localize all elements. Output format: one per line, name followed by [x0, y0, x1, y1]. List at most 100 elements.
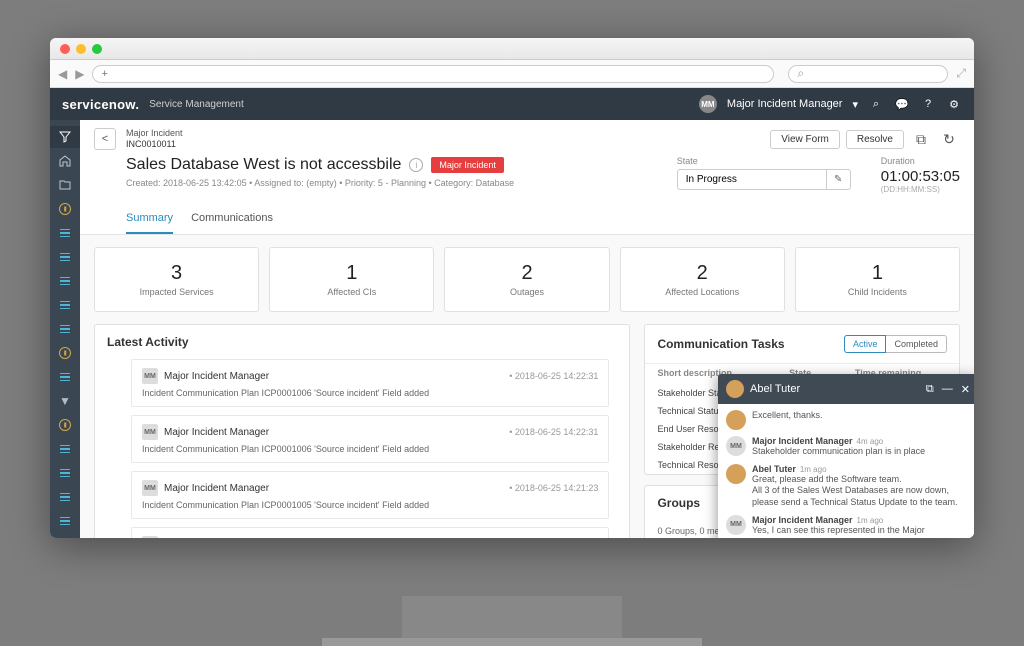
logo: servicenow.: [62, 97, 139, 112]
sidebar-item-filter-0[interactable]: [50, 126, 80, 148]
user-name[interactable]: Major Incident Manager: [727, 98, 843, 110]
sidebar-item-folder-2[interactable]: [50, 174, 80, 196]
view-form-button[interactable]: View Form: [770, 130, 840, 149]
gear-icon[interactable]: ⚙: [946, 96, 962, 112]
chat-msg-time: 1m ago: [857, 516, 884, 525]
latest-activity-title: Latest Activity: [107, 335, 189, 349]
chat-icon[interactable]: 💬: [894, 96, 910, 112]
chat-msg-time: 1m ago: [800, 465, 827, 474]
sidebar-item-bars-10[interactable]: [50, 366, 80, 388]
info-icon[interactable]: i: [409, 158, 423, 172]
sidebar-item-bars-14[interactable]: [50, 462, 80, 484]
activity-body: Incident Communication Plan ICP0001006 '…: [142, 444, 598, 454]
sidebar-item-bars-17[interactable]: [50, 534, 80, 538]
record-meta: Created: 2018-06-25 13:42:05 • Assigned …: [126, 178, 514, 188]
chat-avatar: [726, 380, 744, 398]
stat-label: Child Incidents: [800, 287, 955, 297]
app-window: ◀ ▶ ⤢ servicenow. Service Management MM …: [50, 38, 974, 538]
chat-window[interactable]: Abel Tuter ⧉ — ✕ Excellent, thanks.MMMaj…: [718, 374, 974, 538]
sidebar-item-info-9[interactable]: [50, 342, 80, 364]
comm-tasks-title: Communication Tasks: [657, 337, 784, 351]
stat-number: 3: [99, 262, 254, 285]
sidebar-item-info-3[interactable]: [50, 198, 80, 220]
chat-minimize-icon[interactable]: —: [942, 383, 953, 396]
chat-msg-time: 4m ago: [857, 437, 884, 446]
activity-avatar: MM: [142, 368, 158, 384]
stat-card[interactable]: 2Affected Locations: [620, 247, 785, 312]
maximize-icon[interactable]: [92, 44, 102, 54]
edit-state-icon[interactable]: ✎: [827, 169, 851, 190]
sidebar-item-bars-13[interactable]: [50, 438, 80, 460]
resolve-button[interactable]: Resolve: [846, 130, 904, 149]
left-nav: ▼: [50, 120, 80, 538]
copy-icon[interactable]: ⧉: [910, 128, 932, 150]
help-icon[interactable]: ?: [920, 96, 936, 112]
chat-header[interactable]: Abel Tuter ⧉ — ✕: [718, 374, 974, 404]
chat-close-icon[interactable]: ✕: [961, 383, 970, 396]
sidebar-item-caret-11[interactable]: ▼: [50, 390, 80, 412]
chat-popout-icon[interactable]: ⧉: [926, 383, 934, 396]
sidebar-item-bars-6[interactable]: [50, 270, 80, 292]
chat-message: Abel Tuter1m agoGreat, please add the So…: [726, 464, 970, 509]
sidebar-item-bars-4[interactable]: [50, 222, 80, 244]
monitor-base: [322, 638, 702, 646]
tabs: Summary Communications: [94, 204, 960, 234]
chat-msg-avatar: MM: [726, 436, 746, 456]
chat-msg-avatar: MM: [726, 515, 746, 535]
close-icon[interactable]: [60, 44, 70, 54]
sidebar-item-bars-8[interactable]: [50, 318, 80, 340]
browser-search[interactable]: [788, 65, 948, 83]
tab-communications[interactable]: Communications: [191, 204, 273, 234]
stat-label: Affected Locations: [625, 287, 780, 297]
duration-format: (DD:HH:MM:SS): [881, 185, 960, 194]
forward-icon[interactable]: ▶: [75, 67, 84, 81]
activity-avatar: MM: [142, 424, 158, 440]
chat-msg-avatar: [726, 410, 746, 430]
stat-label: Affected CIs: [274, 287, 429, 297]
stat-cards: 3Impacted Services 1 Affected CIs 2Outages2…: [94, 247, 960, 312]
activity-avatar: MM: [142, 480, 158, 496]
tab-summary[interactable]: Summary: [126, 204, 173, 234]
stat-card[interactable]: 2Outages: [444, 247, 609, 312]
activity-author: Major Incident Manager: [164, 371, 269, 382]
breadcrumb-title: Major Incident: [126, 128, 183, 139]
search-icon[interactable]: ⌕: [868, 96, 884, 112]
sidebar-item-home-1[interactable]: [50, 150, 80, 172]
sidebar-item-bars-16[interactable]: [50, 510, 80, 532]
state-input[interactable]: [677, 169, 827, 190]
stat-number: 1: [274, 262, 429, 285]
major-incident-badge: Major Incident: [431, 157, 504, 173]
duration-label: Duration: [881, 156, 960, 166]
sidebar-item-bars-15[interactable]: [50, 486, 80, 508]
activity-item[interactable]: MMMajor Incident Manager2018-06-25 14:22…: [131, 415, 609, 463]
activity-item[interactable]: MMMajor Incident Manager2018-06-25 14:21…: [131, 471, 609, 519]
filter-active[interactable]: Active: [844, 335, 887, 353]
stat-card[interactable]: 1 Affected CIs: [269, 247, 434, 312]
minimize-icon[interactable]: [76, 44, 86, 54]
back-button[interactable]: <: [94, 128, 116, 150]
stat-card[interactable]: 3Impacted Services: [94, 247, 259, 312]
back-icon[interactable]: ◀: [58, 67, 67, 81]
activity-time: 2018-06-25 14:22:31: [509, 427, 598, 437]
chat-msg-body: Great, please add the Software team.All …: [752, 474, 957, 507]
user-avatar[interactable]: MM: [699, 95, 717, 113]
stat-card[interactable]: 1Child Incidents: [795, 247, 960, 312]
activity-item[interactable]: MM Major Incident Manager 2018-06-25 14:22…: [131, 359, 609, 407]
filter-completed[interactable]: Completed: [886, 335, 947, 353]
comm-tasks-filter: ActiveCompleted: [844, 335, 947, 353]
activity-body: Incident Communication Plan ICP0001006 '…: [142, 388, 598, 398]
record-header: < Major Incident INC0010011 View Form Re…: [80, 120, 974, 235]
activity-time: 2018-06-25 14:22:31: [509, 371, 598, 381]
refresh-icon[interactable]: ↻: [938, 128, 960, 150]
activity-time: 2018-06-25 14:21:23: [509, 483, 598, 493]
user-caret-icon[interactable]: ▾: [852, 98, 858, 111]
fullscreen-icon[interactable]: ⤢: [956, 66, 966, 81]
sidebar-item-bars-5[interactable]: [50, 246, 80, 268]
address-bar[interactable]: [92, 65, 774, 83]
sidebar-item-bars-7[interactable]: [50, 294, 80, 316]
stat-label: Outages: [449, 287, 604, 297]
sidebar-item-info-12[interactable]: [50, 414, 80, 436]
latest-activity-panel: Latest Activity MMMajor Incident Manager…: [94, 324, 630, 538]
activity-item[interactable]: MMMajor Incident Manager2018-06-25 14:21…: [131, 527, 609, 538]
chat-message: MMMajor Incident Manager1m agoYes, I can…: [726, 515, 970, 537]
